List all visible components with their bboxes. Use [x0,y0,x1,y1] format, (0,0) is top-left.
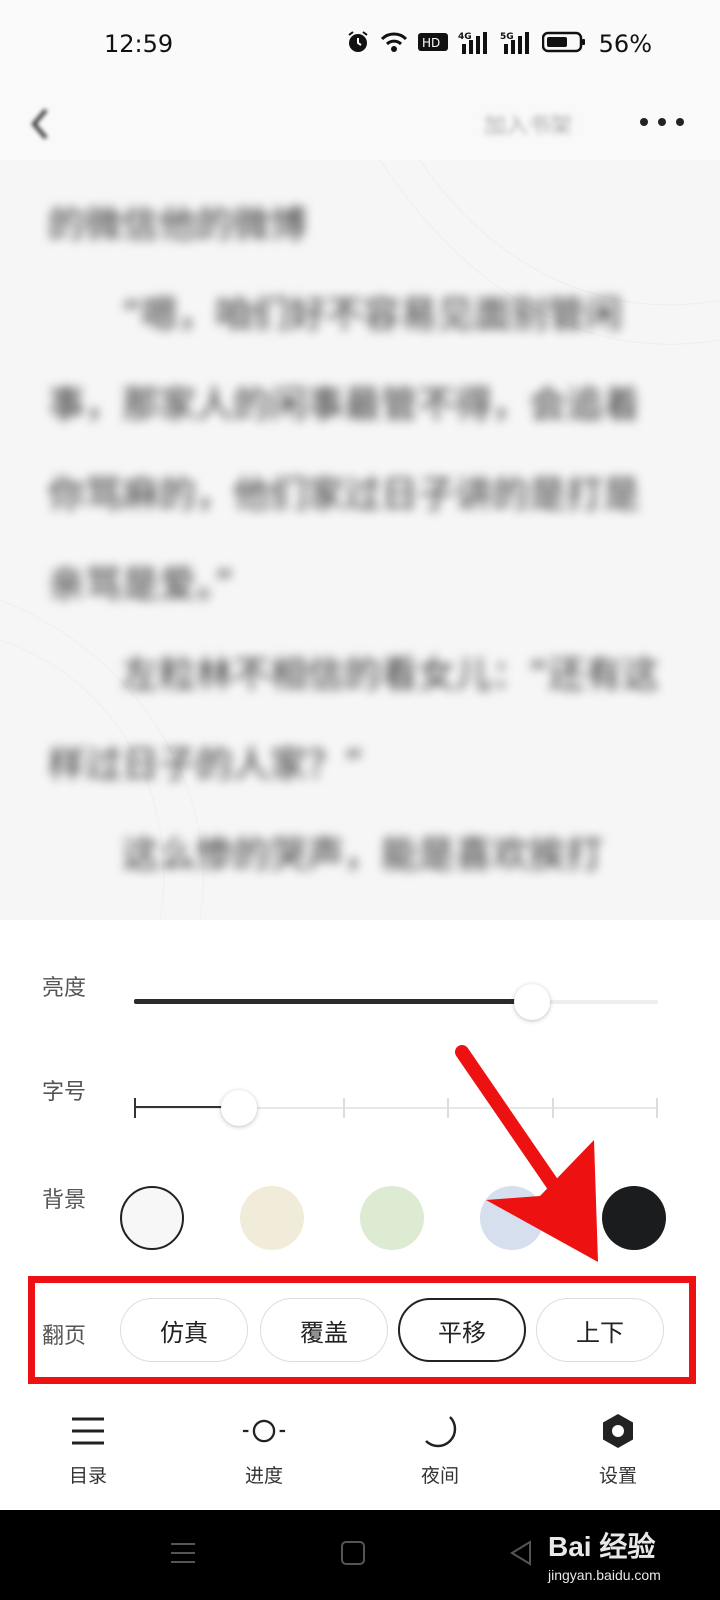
reader-text: 的微信他的微博 “嗯，咱们好不容易见面别管闲事，那家人的闲事最管不得，会追着你骂… [48,180,673,900]
reader-paragraph: 的微信他的微博 [48,203,307,246]
brightness-thumb[interactable] [514,984,551,1020]
nav-label: 目录 [68,1465,107,1487]
background-swatch-white[interactable] [120,1186,184,1250]
brightness-label: 亮度 [42,976,87,1001]
signal-4g-icon: 4G [458,32,487,54]
back-triangle-icon[interactable] [508,1540,534,1566]
hd-icon: HD [418,33,448,51]
background-swatch-blue[interactable] [480,1186,544,1250]
background-swatch-beige[interactable] [240,1186,304,1250]
status-icons: HD 4G 5G [346,30,586,54]
nav-label: 设置 [598,1465,637,1487]
menu-lines-icon [66,1411,110,1451]
font-size-tick [551,1098,554,1118]
more-dots-icon[interactable] [640,110,684,134]
reader-paragraph: 左粒林不相信的看女儿：“还有这样过日子的人家？” [48,653,660,786]
font-size-tick [447,1098,450,1118]
alarm-icon [348,31,368,52]
status-bar: 12:59 HD 4G 5G 56% [0,0,720,90]
watermark-site: jingyan.baidu.com [548,1567,661,1583]
page-turn-slide-button[interactable]: 平移 [398,1298,526,1362]
font-size-label: 字号 [42,1080,87,1105]
background-label: 背景 [42,1188,87,1213]
reader-top-bar: 加入书架 [0,90,720,160]
svg-text:HD: HD [422,36,440,50]
battery-percent: 56% [598,30,652,58]
reader-paragraph: 这么惨的哭声，能是喜欢挨打 [48,833,603,876]
background-swatch-black[interactable] [602,1186,666,1250]
status-time: 12:59 [104,30,174,58]
page-turn-label: 翻页 [42,1324,87,1349]
wifi-icon [380,32,408,52]
nav-label: 夜间 [420,1465,459,1487]
watermark-brand: Bai 经验 [548,1531,656,1562]
reader-paragraph: “嗯，咱们好不容易见面别管闲事，那家人的闲事最管不得，会追着你骂麻的，他们家过日… [48,293,640,606]
hexagon-settings-icon [596,1411,640,1451]
font-size-tick [342,1098,345,1118]
font-size-tick [134,1098,136,1118]
chevron-left-icon[interactable] [26,104,56,144]
add-to-bookshelf-button[interactable]: 加入书架 [484,108,572,140]
moon-icon [418,1411,462,1451]
nav-toc[interactable]: 目录 [28,1405,148,1510]
page-turn-vertical-button[interactable]: 上下 [536,1298,664,1362]
battery-icon [542,31,585,53]
nav-progress[interactable]: 进度 [204,1405,324,1510]
brightness-fill [134,999,533,1004]
nav-settings[interactable]: 设置 [558,1405,678,1510]
nav-night[interactable]: 夜间 [380,1405,500,1510]
reader-content[interactable]: 的微信他的微博 “嗯，咱们好不容易见面别管闲事，那家人的闲事最管不得，会追着你骂… [0,160,720,920]
page-turn-simulation-button[interactable]: 仿真 [120,1298,248,1362]
baidu-watermark: Bai 经验 jingyan.baidu.com [548,1525,661,1583]
progress-circle-icon [242,1411,286,1451]
nav-label: 进度 [244,1465,283,1487]
font-size-thumb[interactable] [220,1090,257,1126]
bottom-nav: 目录 进度 夜间 设置 [0,1405,720,1510]
recent-apps-icon[interactable] [170,1540,196,1566]
page-turn-cover-button[interactable]: 覆盖 [260,1298,388,1362]
signal-5g-icon: 5G [500,32,529,54]
background-swatch-green[interactable] [360,1186,424,1250]
home-icon[interactable] [340,1540,366,1566]
font-size-tick [656,1098,658,1118]
